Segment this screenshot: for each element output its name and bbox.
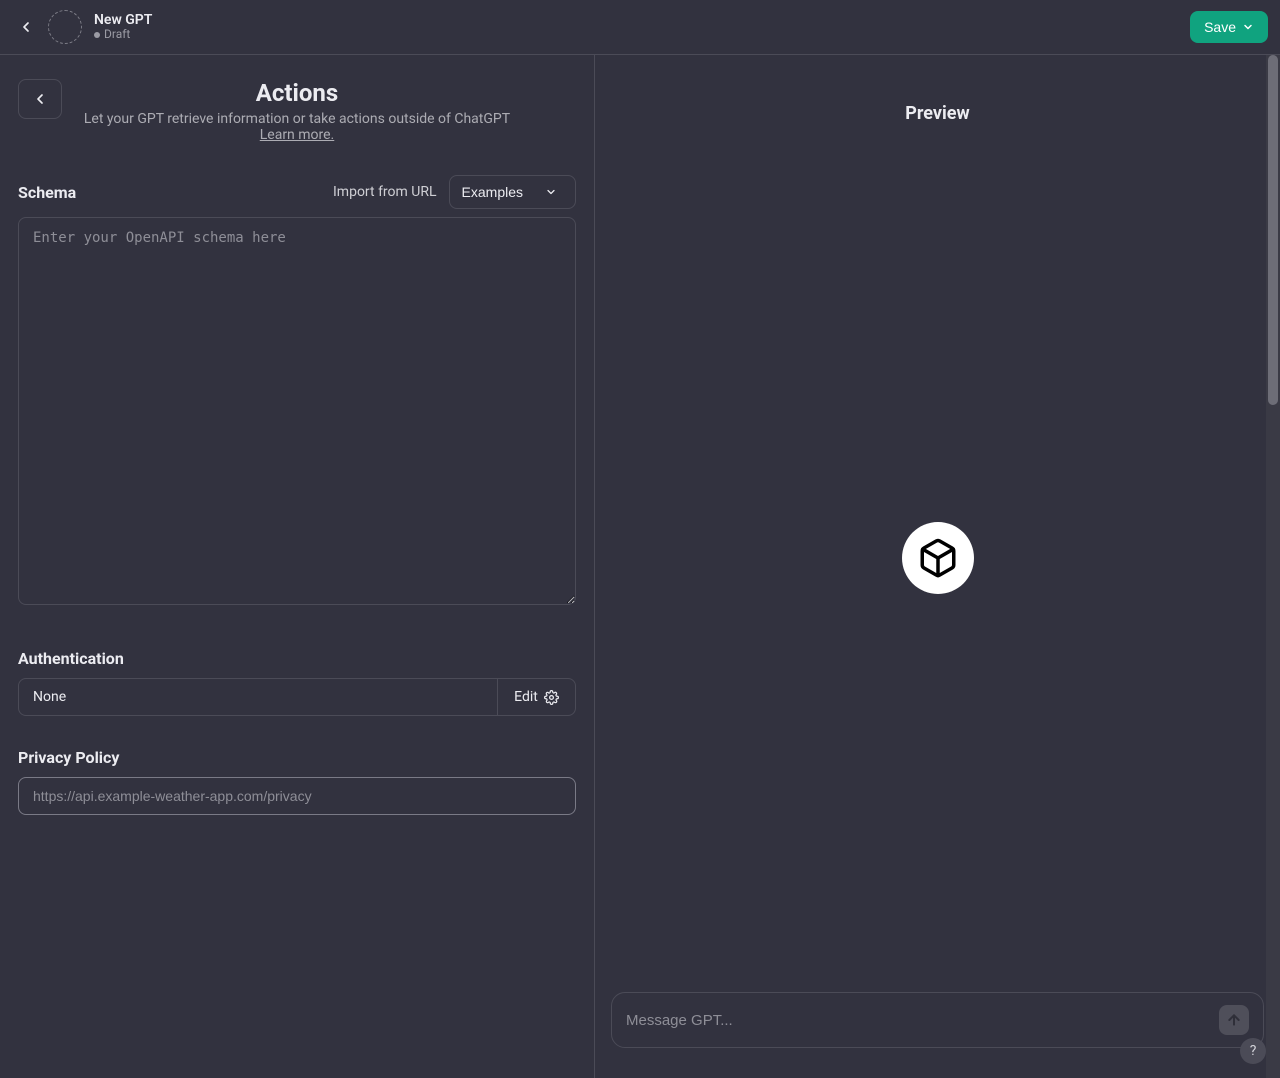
chevron-down-icon (1242, 21, 1254, 33)
schema-textarea[interactable] (18, 217, 576, 605)
privacy-policy-group: Privacy Policy (18, 748, 576, 815)
authentication-label: Authentication (18, 649, 576, 668)
actions-heading-block: Actions Let your GPT retrieve informatio… (76, 79, 518, 143)
save-button[interactable]: Save (1190, 11, 1268, 43)
authentication-edit-label: Edit (514, 689, 538, 705)
actions-back-button[interactable] (18, 79, 62, 119)
save-button-label: Save (1204, 19, 1236, 35)
schema-header-row: Schema Import from URL Examples (18, 175, 576, 209)
gpt-avatar-placeholder (48, 10, 82, 44)
preview-center (595, 124, 1280, 992)
authentication-group: Authentication None Edit (18, 649, 576, 716)
help-button[interactable]: ? (1240, 1038, 1266, 1064)
preview-gpt-avatar (902, 522, 974, 594)
back-button[interactable] (12, 13, 40, 41)
import-from-url-button[interactable]: Import from URL (333, 184, 437, 200)
topbar-left: New GPT Draft (12, 10, 152, 44)
top-bar: New GPT Draft Save (0, 0, 1280, 55)
examples-dropdown[interactable]: Examples (449, 175, 576, 209)
privacy-policy-label: Privacy Policy (18, 748, 576, 767)
message-input[interactable] (626, 1012, 1209, 1029)
authentication-row: None Edit (18, 678, 576, 716)
main-area: Actions Let your GPT retrieve informatio… (0, 55, 1280, 1078)
schema-label: Schema (18, 183, 76, 202)
gpt-title: New GPT (94, 13, 152, 28)
title-block: New GPT Draft (94, 13, 152, 42)
actions-header-row: Actions Let your GPT retrieve informatio… (18, 79, 576, 143)
preview-pane: Preview (595, 55, 1280, 1078)
cube-icon (917, 537, 959, 579)
authentication-value: None (19, 679, 497, 715)
actions-title: Actions (76, 79, 518, 107)
actions-description: Let your GPT retrieve information or tak… (76, 111, 518, 127)
schema-header-actions: Import from URL Examples (333, 175, 576, 209)
send-button[interactable] (1219, 1005, 1249, 1035)
gear-icon (544, 690, 559, 705)
chevron-left-icon (18, 19, 34, 35)
chevron-left-icon (32, 91, 48, 107)
message-row (595, 992, 1280, 1078)
learn-more-link[interactable]: Learn more. (76, 127, 518, 143)
message-box (611, 992, 1264, 1048)
authentication-edit-button[interactable]: Edit (497, 679, 575, 715)
chevron-down-icon (545, 186, 557, 198)
configure-pane: Actions Let your GPT retrieve informatio… (0, 55, 595, 1078)
preview-title: Preview (595, 103, 1280, 124)
scrollbar-track[interactable] (1266, 55, 1280, 1078)
privacy-policy-input[interactable] (18, 777, 576, 815)
arrow-up-icon (1226, 1012, 1242, 1028)
scrollbar-thumb[interactable] (1268, 55, 1278, 405)
examples-dropdown-label: Examples (462, 184, 523, 200)
gpt-status: Draft (94, 28, 152, 41)
